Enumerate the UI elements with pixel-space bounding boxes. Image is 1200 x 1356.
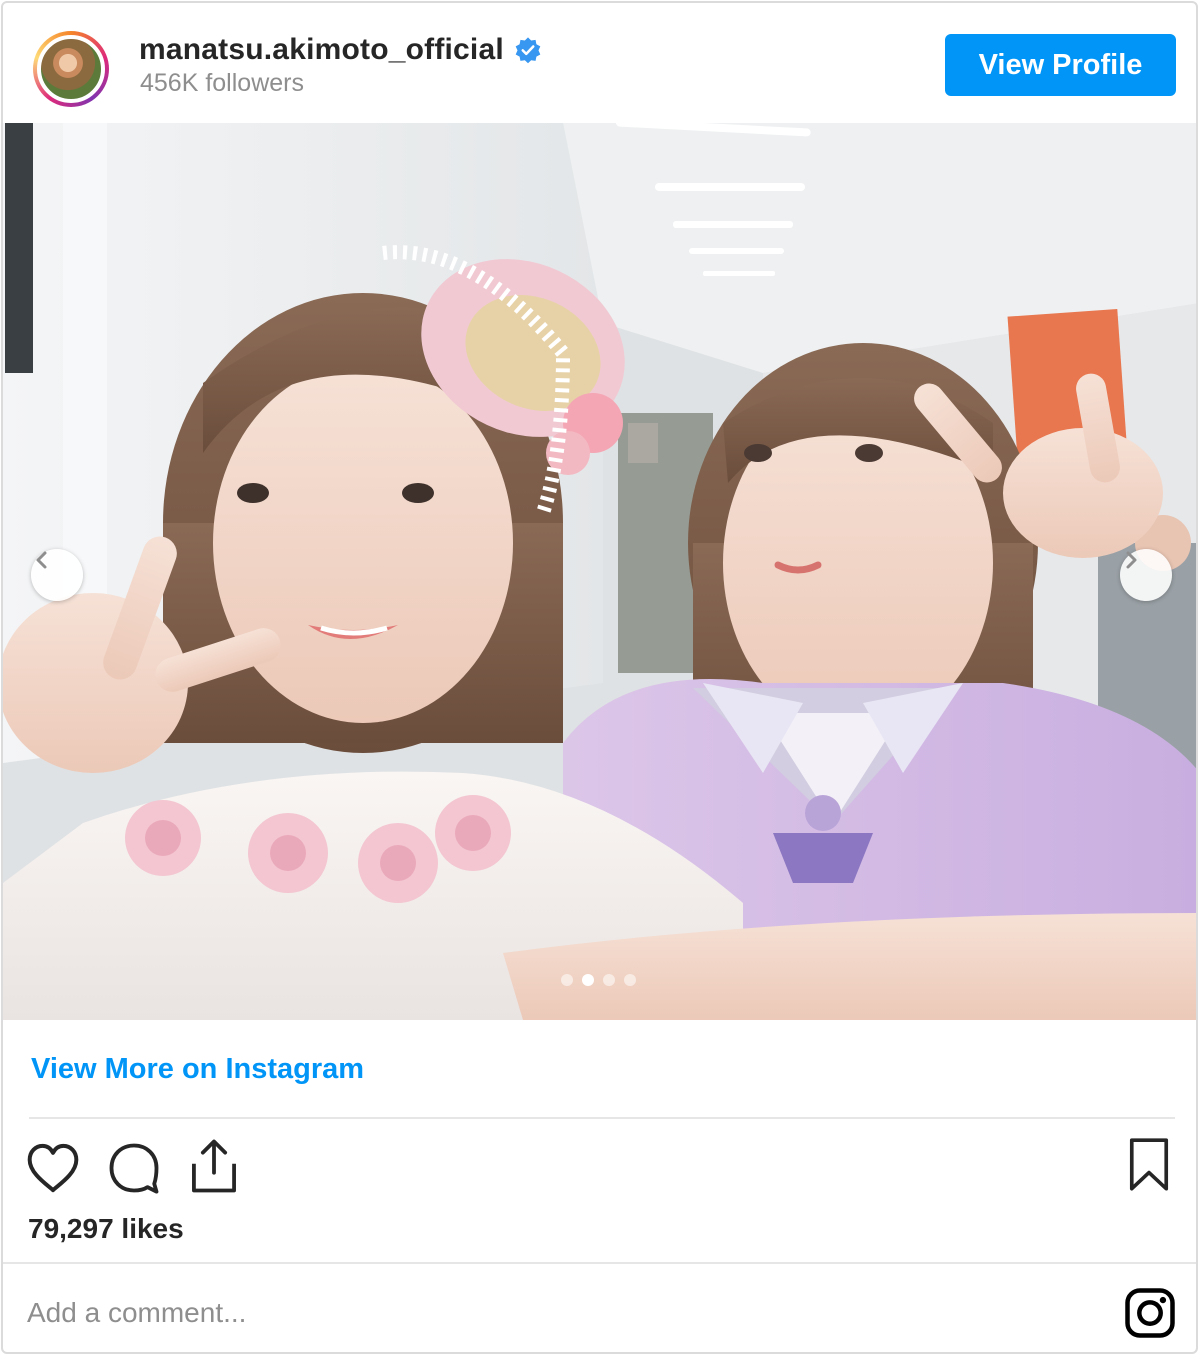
username-link[interactable]: manatsu.akimoto_official <box>139 33 504 67</box>
carousel-dot[interactable] <box>582 974 594 986</box>
carousel-next-button[interactable] <box>1120 549 1172 601</box>
carousel-dot[interactable] <box>624 974 636 986</box>
carousel-indicator <box>561 974 636 986</box>
follower-count: 456K followers <box>140 69 304 97</box>
divider <box>3 1262 1196 1264</box>
post-photo[interactable] <box>3 123 1196 1020</box>
instagram-logo-icon[interactable] <box>1123 1286 1177 1340</box>
like-count: 79,297 likes <box>28 1213 184 1244</box>
verified-badge-icon <box>515 37 541 64</box>
carousel-prev-button[interactable] <box>31 549 83 601</box>
divider <box>29 1117 1175 1119</box>
bookmark-icon[interactable] <box>1127 1137 1171 1193</box>
photo-illustration <box>3 123 1196 1020</box>
view-profile-button[interactable]: View Profile <box>945 34 1176 96</box>
chevron-left-icon <box>36 551 47 569</box>
comment-input[interactable] <box>27 1291 1087 1335</box>
avatar[interactable] <box>33 31 109 107</box>
carousel-dot[interactable] <box>603 974 615 986</box>
avatar-image <box>37 35 105 103</box>
carousel-dot[interactable] <box>561 974 573 986</box>
heart-icon[interactable] <box>25 1142 81 1194</box>
comment-icon[interactable] <box>107 1141 161 1195</box>
chevron-right-icon <box>1126 551 1137 569</box>
share-icon[interactable] <box>189 1137 239 1195</box>
post-header: manatsu.akimoto_official 456K followers … <box>3 3 1196 123</box>
instagram-embed-card: manatsu.akimoto_official 456K followers … <box>1 1 1198 1354</box>
username-row: manatsu.akimoto_official <box>139 31 542 69</box>
view-more-on-instagram-link[interactable]: View More on Instagram <box>31 1053 364 1086</box>
